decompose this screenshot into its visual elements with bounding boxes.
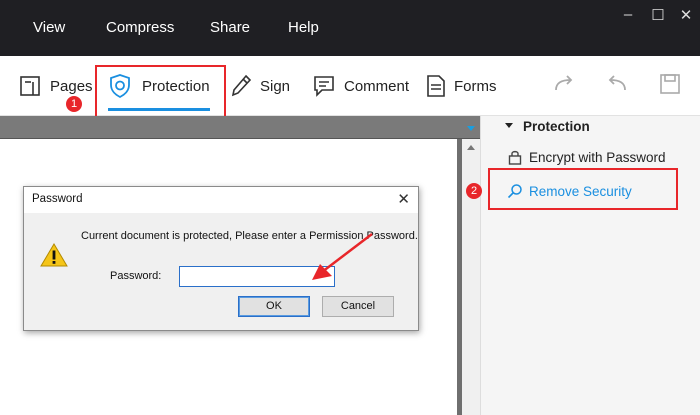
close-icon[interactable]: ✕ — [676, 6, 696, 24]
maximize-icon[interactable]: ☐ — [648, 6, 668, 24]
dialog-close-icon[interactable]: ✕ — [397, 190, 410, 208]
annotation-arrow — [312, 233, 373, 280]
tool-sign-label: Sign — [260, 77, 291, 95]
pen-icon — [231, 74, 252, 97]
scroll-up-icon[interactable] — [467, 145, 475, 150]
encrypt-label: Encrypt with Password — [529, 149, 666, 165]
menu-compress[interactable]: Compress — [106, 19, 174, 36]
vertical-scrollbar[interactable] — [462, 139, 480, 415]
pages-icon — [20, 76, 40, 96]
redo-icon[interactable] — [553, 74, 575, 94]
tool-comment[interactable]: Comment — [312, 56, 409, 116]
protection-panel: Protection Encrypt with Password Remove … — [480, 116, 700, 415]
panel-header: Protection — [523, 119, 590, 134]
step-2-badge: 2 — [466, 183, 482, 199]
form-icon — [427, 75, 445, 97]
dropdown-arrow-icon[interactable] — [467, 126, 475, 131]
tool-pages-label: Pages — [50, 77, 93, 95]
encrypt-with-password-item[interactable]: Encrypt with Password — [507, 149, 666, 165]
undo-icon[interactable] — [606, 74, 628, 94]
menu-share[interactable]: Share — [210, 19, 250, 36]
minimize-icon[interactable]: – — [618, 6, 638, 23]
cancel-button[interactable]: Cancel — [322, 296, 394, 317]
dialog-titlebar: Password ✕ — [24, 187, 418, 213]
lock-icon — [508, 150, 522, 165]
ok-button[interactable]: OK — [238, 296, 310, 317]
step-1-badge: 1 — [66, 96, 82, 112]
collapse-caret-icon[interactable] — [505, 123, 513, 128]
menu-bar: View Compress Share Help – ☐ ✕ — [0, 0, 700, 56]
comment-icon — [314, 76, 334, 97]
menu-help[interactable]: Help — [288, 19, 319, 36]
dialog-title: Password — [32, 193, 83, 205]
document-header-strip — [0, 116, 480, 139]
tool-comment-label: Comment — [344, 77, 410, 95]
tool-forms-label: Forms — [454, 77, 497, 95]
save-icon[interactable] — [659, 73, 681, 95]
password-label: Password: — [110, 270, 162, 282]
tool-sign[interactable]: Sign — [230, 56, 290, 116]
remove-security-highlight — [488, 168, 678, 210]
warning-icon — [40, 243, 68, 267]
menu-view[interactable]: View — [33, 19, 65, 36]
tool-forms[interactable]: Forms — [426, 56, 497, 116]
